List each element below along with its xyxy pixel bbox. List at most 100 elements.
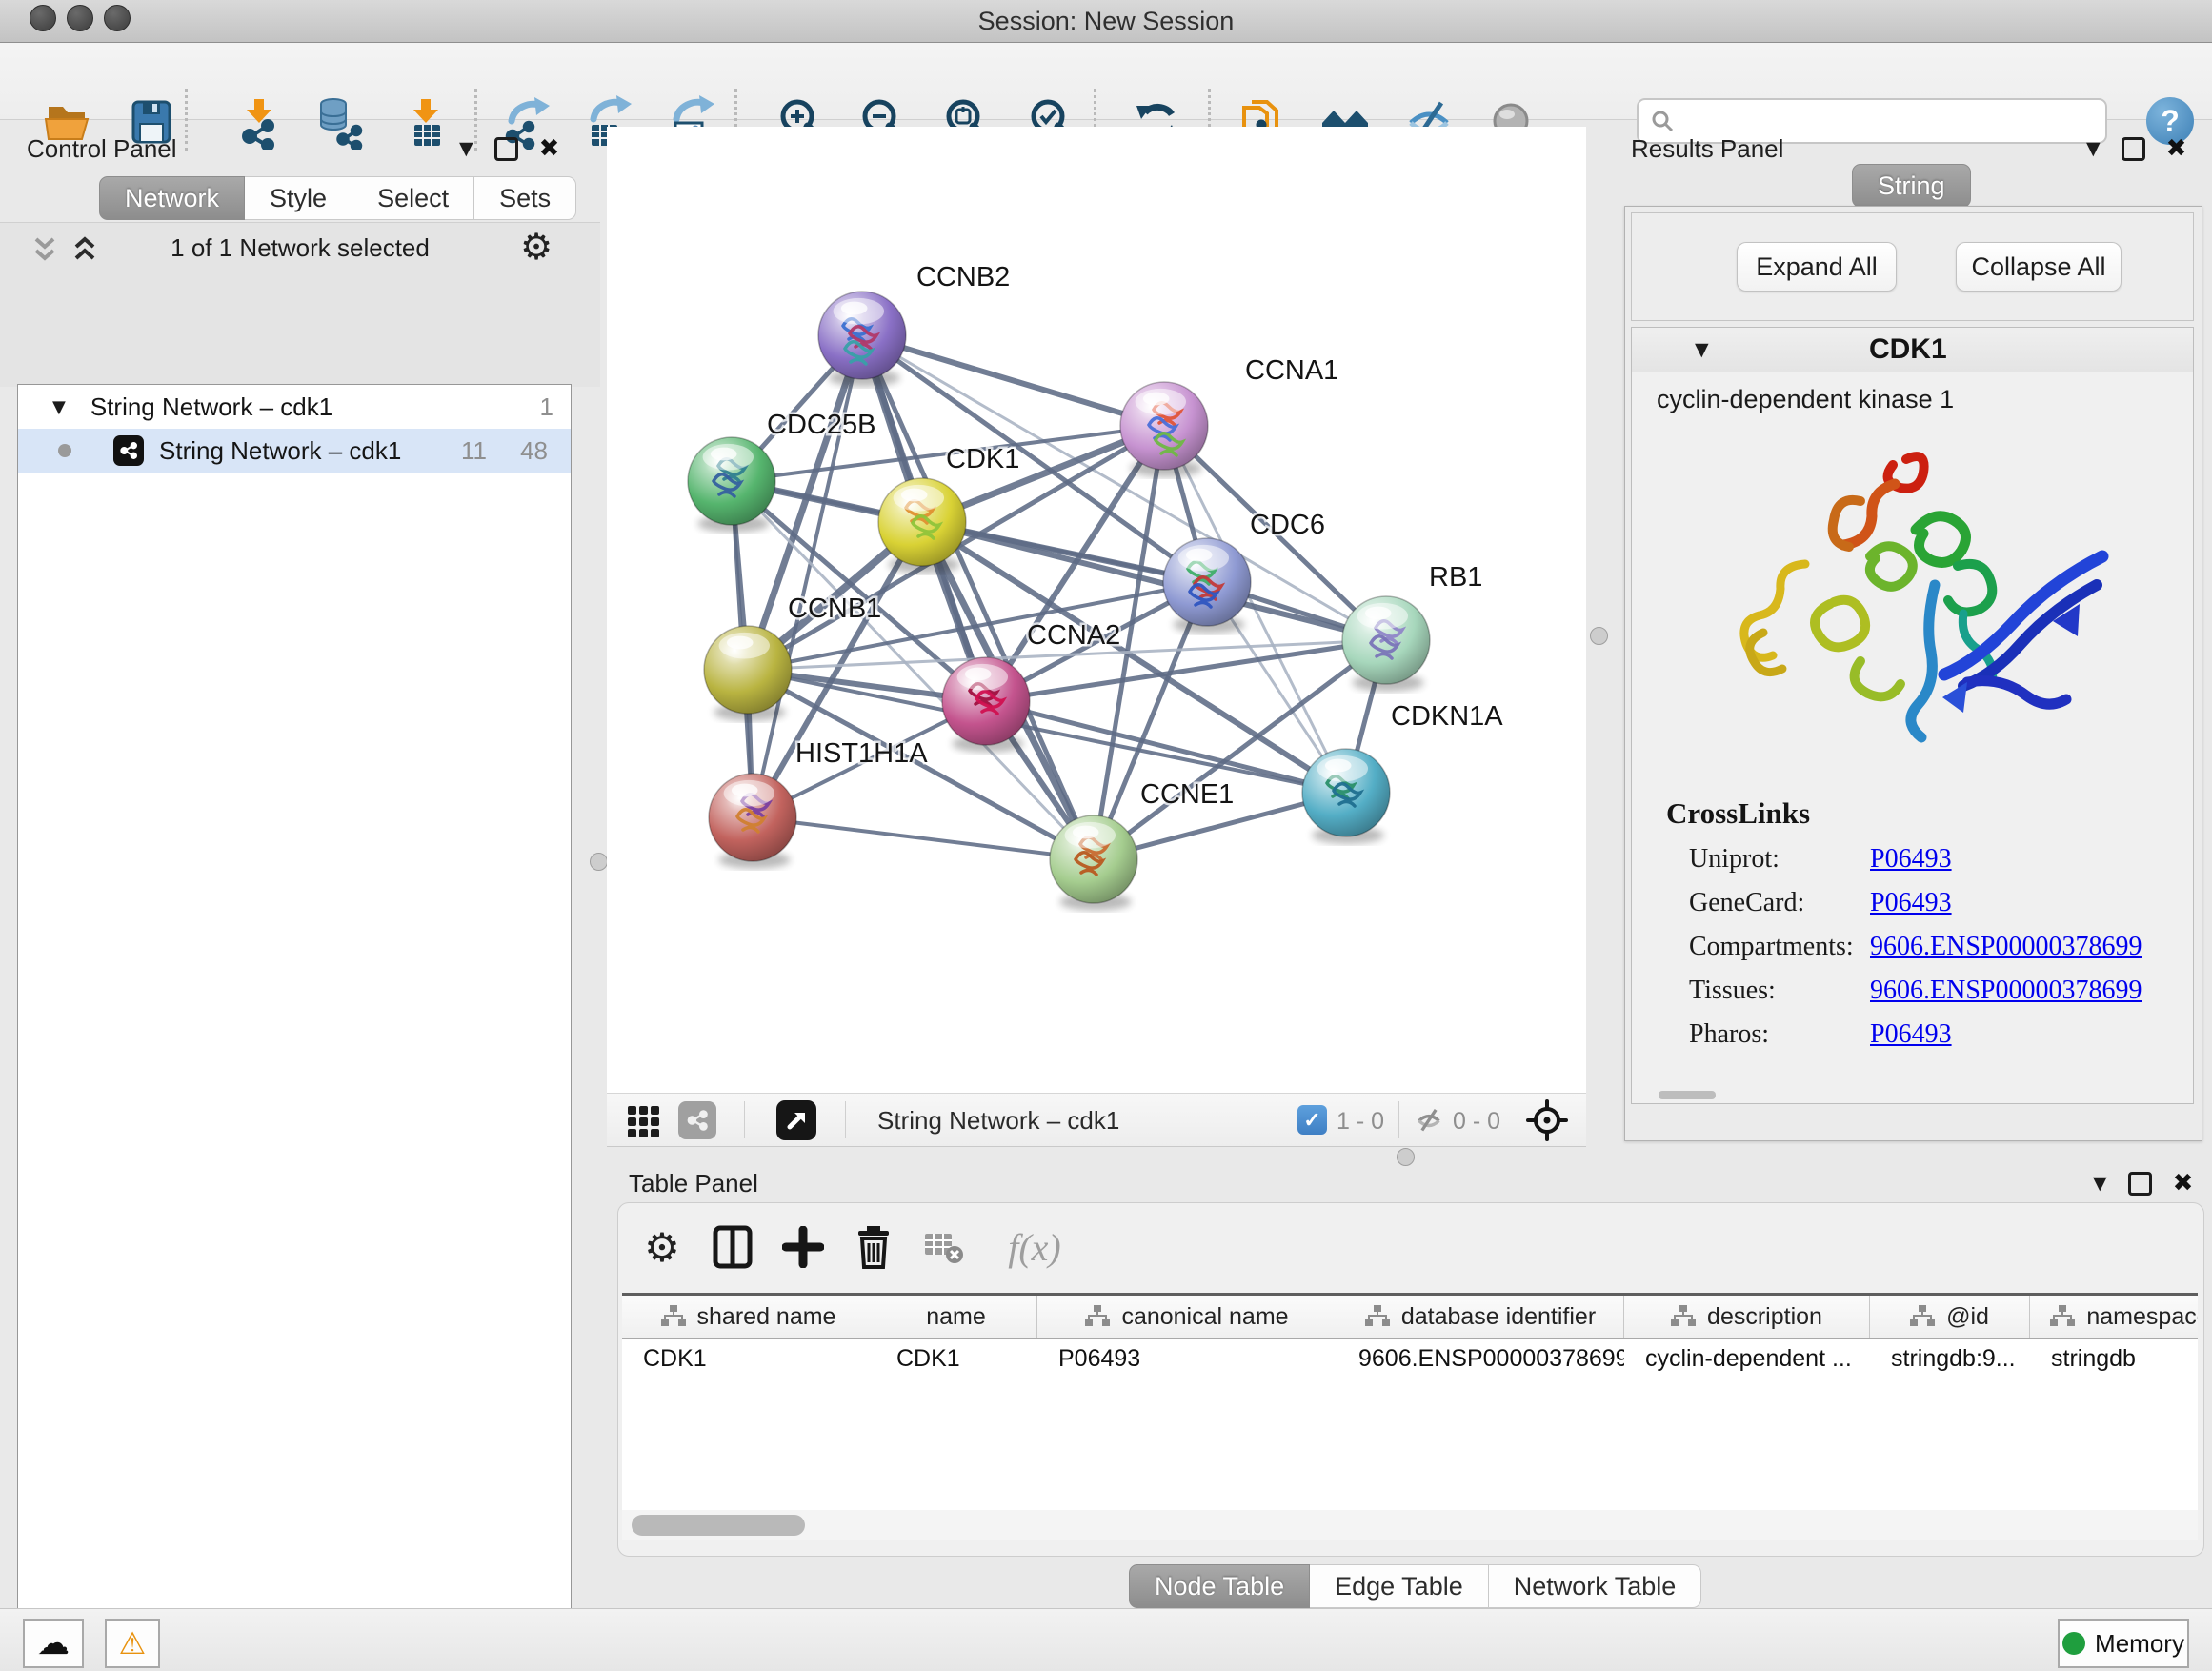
cdk1-card-header[interactable]: ▼ CDK1 [1632,328,2193,372]
crosslink-row: GeneCard:P06493 [1689,881,2142,925]
crosslink-value-link[interactable]: 9606.ENSP00000378699 [1870,976,2142,1005]
delete-table-button[interactable] [917,1220,971,1274]
titlebar[interactable]: Session: New Session [0,0,2212,43]
tab-network-table[interactable]: Network Table [1489,1564,1702,1608]
svg-text:HIST1H1A: HIST1H1A [795,738,928,769]
results-panel-title: Results Panel [1631,134,1783,164]
column-type-icon [1910,1305,1935,1328]
hidden-items-icon [1412,1105,1446,1140]
memory-button[interactable]: Memory [2058,1619,2189,1668]
column-header[interactable]: namespace [2030,1296,2198,1338]
grid-view-button[interactable] [626,1102,662,1143]
table-panel-title: Table Panel [629,1169,758,1198]
tree-expander-icon[interactable]: ▼ [52,397,66,417]
tab-network[interactable]: Network [99,176,245,220]
panel-float-icon[interactable] [2128,1172,2152,1196]
cell-shared-name: CDK1 [622,1345,875,1373]
left-splitter-handle[interactable] [590,853,608,871]
selected-checkbox-icon[interactable]: ✓ [1297,1105,1327,1135]
crosslink-value-link[interactable]: 9606.ENSP00000378699 [1870,932,2142,961]
create-column-button[interactable] [776,1220,830,1274]
eye-slash-gray-icon [1412,1105,1446,1136]
panel-close-icon[interactable]: ✖ [2166,134,2187,163]
network-canvas[interactable]: CCNB2CCNA1CDC25BCDK1CDC6RB1CCNB1CCNA2CDK… [607,127,1586,1093]
cell-database-identifier: 9606.ENSP00000378699 [1337,1345,1624,1373]
panel-float-icon[interactable] [2122,137,2145,161]
collapse-all-button[interactable]: Collapse All [1956,242,2122,292]
trash-icon [854,1224,894,1270]
table-options-gear-icon[interactable]: ⚙ [635,1220,689,1274]
column-header[interactable]: @id [1870,1296,2030,1338]
network-view-toolbar: String Network – cdk1 ✓ 1 - 0 0 - 0 [607,1093,1586,1147]
column-type-icon [1365,1305,1390,1328]
column-header[interactable]: database identifier [1337,1296,1624,1338]
expand-all-button[interactable]: Expand All [1737,242,1897,292]
crosslink-label: Pharos: [1689,1013,1870,1057]
panel-collapse-icon[interactable]: ▼ [459,138,473,159]
show-columns-button[interactable] [706,1220,759,1274]
warning-icon: ⚠ [119,1625,147,1661]
card-scrollbar-thumb[interactable] [1659,1091,1716,1099]
grid-icon [626,1102,662,1138]
crosslink-row: Uniprot:P06493 [1689,837,2142,881]
share-view-button[interactable] [678,1101,716,1139]
control-panel: Control Panel ▼ ✖ Network Style Select S… [0,127,600,1608]
control-panel-title: Control Panel [27,134,177,164]
table-type-tabs: Node Table Edge Table Network Table [1129,1564,1701,1608]
crosslink-label: Tissues: [1689,969,1870,1013]
network-tree: ▼ String Network – cdk1 1 String Network… [17,384,572,1671]
cell-description: cyclin-dependent ... [1624,1345,1870,1373]
protein-structure-image [1718,442,2118,775]
function-builder-button[interactable]: f(x) [992,1220,1077,1274]
window-title: Session: New Session [0,0,2212,42]
warnings-button[interactable]: ⚠ [105,1619,160,1668]
table-row[interactable]: CDK1 CDK1 P06493 9606.ENSP00000378699 cy… [622,1339,2198,1379]
crosslink-value-link[interactable]: P06493 [1870,888,1952,917]
crosslink-value-link[interactable]: P06493 [1870,1019,1952,1049]
column-type-icon [1671,1305,1696,1328]
delete-column-button[interactable] [847,1220,900,1274]
panel-collapse-icon[interactable]: ▼ [2093,1173,2107,1194]
cell-name: CDK1 [875,1345,1037,1373]
collapse-entry-icon[interactable]: ▼ [1695,339,1709,360]
network-options-gear-icon[interactable]: ⚙ [520,226,553,268]
edge-count: 48 [520,436,548,466]
bottom-splitter-handle[interactable] [1397,1148,1415,1166]
svg-text:CDC25B: CDC25B [767,410,875,440]
svg-text:CDK1: CDK1 [946,444,1019,474]
crosslink-value-link[interactable]: P06493 [1870,844,1952,874]
panel-float-icon[interactable] [494,137,518,161]
table-horizontal-scrollbar[interactable] [622,1510,2198,1540]
column-header[interactable]: description [1624,1296,1870,1338]
tab-style[interactable]: Style [245,176,352,220]
tab-sets[interactable]: Sets [474,176,576,220]
network-view-title: String Network – cdk1 [877,1106,1119,1136]
bird-eye-toggle-button[interactable] [1526,1099,1568,1146]
columns-icon [712,1224,754,1270]
tab-edge-table[interactable]: Edge Table [1310,1564,1489,1608]
plus-icon [782,1226,824,1268]
string-network-graph[interactable]: CCNB2CCNA1CDC25BCDK1CDC6RB1CCNB1CCNA2CDK… [607,127,1586,1093]
right-splitter-handle[interactable] [1590,627,1608,645]
crosslinks-list: Uniprot:P06493 GeneCard:P06493 Compartme… [1689,837,2142,1057]
hidden-counts: 0 - 0 [1453,1108,1500,1136]
detach-view-button[interactable] [776,1100,816,1140]
network-row-selected[interactable]: String Network – cdk1 11 48 [18,429,571,473]
control-panel-tabs: Network Style Select Sets [99,176,576,220]
application-window: Session: New Session [0,0,2212,1671]
crosslink-row: Pharos:P06493 [1689,1013,2142,1057]
network-collection-row[interactable]: ▼ String Network – cdk1 1 [18,385,571,429]
tab-string[interactable]: String [1852,164,1971,208]
tab-node-table[interactable]: Node Table [1129,1564,1310,1608]
panel-close-icon[interactable]: ✖ [2173,1169,2194,1198]
panel-collapse-icon[interactable]: ▼ [2086,138,2101,159]
tab-select[interactable]: Select [352,176,474,220]
column-header[interactable]: shared name [622,1296,875,1338]
panel-close-icon[interactable]: ✖ [539,134,560,163]
column-header[interactable]: name [875,1296,1037,1338]
scrollbar-thumb[interactable] [632,1515,805,1536]
cloud-status-button[interactable]: ☁ [23,1619,84,1668]
cloud-icon: ☁ [37,1624,70,1662]
column-header[interactable]: canonical name [1037,1296,1337,1338]
svg-text:CDC6: CDC6 [1250,510,1325,540]
